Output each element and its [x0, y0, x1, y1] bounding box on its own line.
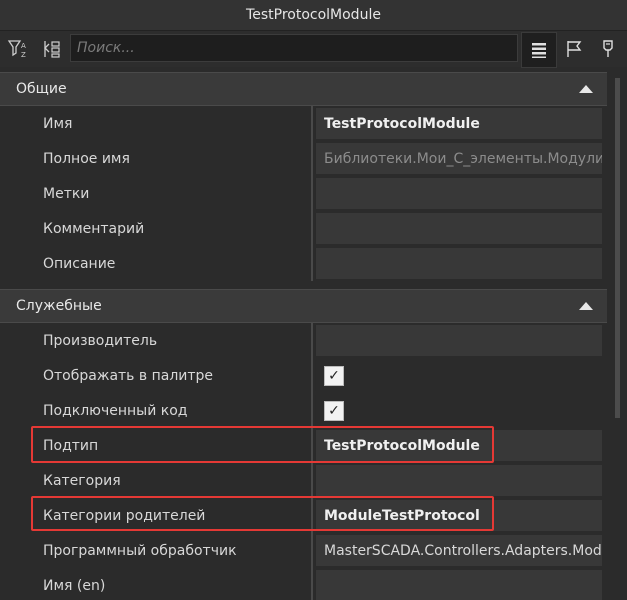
property-label: Производитель — [0, 323, 313, 358]
property-row-show-in-palette: Отображать в палитре ✓ — [0, 358, 607, 393]
list-view-button[interactable] — [521, 32, 557, 68]
property-row-manufacturer: Производитель — [0, 323, 607, 358]
pin-icon — [603, 40, 613, 57]
property-value[interactable] — [315, 178, 602, 209]
filter-sort-button[interactable]: A Z — [1, 32, 35, 66]
window-title: TestProtocolModule — [246, 7, 381, 23]
collapse-icon[interactable] — [579, 302, 593, 310]
property-label: Имя — [0, 106, 313, 141]
property-label: Описание — [0, 246, 313, 281]
property-row-linked-code: Подключенный код ✓ — [0, 393, 607, 428]
highlight-subtype — [31, 426, 494, 463]
property-value[interactable]: TestProtocolModule — [315, 108, 602, 139]
search-box[interactable] — [70, 34, 518, 62]
property-value[interactable] — [315, 325, 602, 356]
property-row-full-name: Полное имя Библиотеки.Мои_С_элементы.Мод… — [0, 141, 607, 176]
property-value[interactable]: Библиотеки.Мои_С_элементы.Модули в — [315, 143, 602, 174]
property-row-name-en: Имя (en) — [0, 568, 607, 600]
property-row-handler: Программный обработчик MasterSCADA.Contr… — [0, 533, 607, 568]
property-value[interactable] — [315, 213, 602, 244]
section-title: Служебные — [16, 298, 102, 314]
property-label: Программный обработчик — [0, 533, 313, 568]
filter-sort-icon: A Z — [7, 40, 26, 59]
show-in-palette-checkbox[interactable]: ✓ — [324, 365, 344, 386]
property-row-description: Описание — [0, 246, 607, 281]
section-general[interactable]: Общие — [0, 72, 607, 106]
property-value[interactable]: MasterSCADA.Controllers.Adapters.Modu — [315, 535, 602, 566]
property-row-name: Имя TestProtocolModule — [0, 106, 607, 141]
pin-button[interactable] — [591, 32, 625, 66]
property-label: Отображать в палитре — [0, 358, 313, 393]
property-row-comment: Комментарий — [0, 211, 607, 246]
categorize-icon — [44, 41, 60, 58]
section-title: Общие — [16, 81, 67, 97]
search-input[interactable] — [71, 35, 517, 61]
categorize-button[interactable] — [35, 32, 69, 66]
property-label: Имя (en) — [0, 568, 313, 600]
property-value[interactable] — [315, 465, 602, 496]
section-service[interactable]: Служебные — [0, 289, 607, 323]
property-row-category: Категория — [0, 463, 607, 498]
scrollbar-thumb[interactable] — [615, 78, 620, 418]
property-value[interactable] — [315, 248, 602, 279]
vertical-scrollbar[interactable] — [607, 72, 627, 600]
list-icon — [532, 43, 546, 58]
property-value: ✓ — [315, 395, 602, 426]
flag-icon — [567, 41, 582, 57]
property-value: ✓ — [315, 360, 602, 391]
linked-code-checkbox[interactable]: ✓ — [324, 400, 344, 421]
window-title-bar: TestProtocolModule — [0, 0, 627, 31]
property-label: Подключенный код — [0, 393, 313, 428]
collapse-icon[interactable] — [579, 85, 593, 93]
property-label: Комментарий — [0, 211, 313, 246]
property-row-tags: Метки — [0, 176, 607, 211]
highlight-parent-categories — [31, 496, 494, 531]
svg-text:A: A — [21, 42, 26, 50]
svg-text:Z: Z — [21, 51, 26, 59]
toolbar: A Z — [0, 31, 627, 68]
flag-button[interactable] — [557, 32, 591, 66]
property-label: Полное имя — [0, 141, 313, 176]
property-label: Метки — [0, 176, 313, 211]
property-value[interactable] — [315, 570, 602, 600]
property-label: Категория — [0, 463, 313, 498]
